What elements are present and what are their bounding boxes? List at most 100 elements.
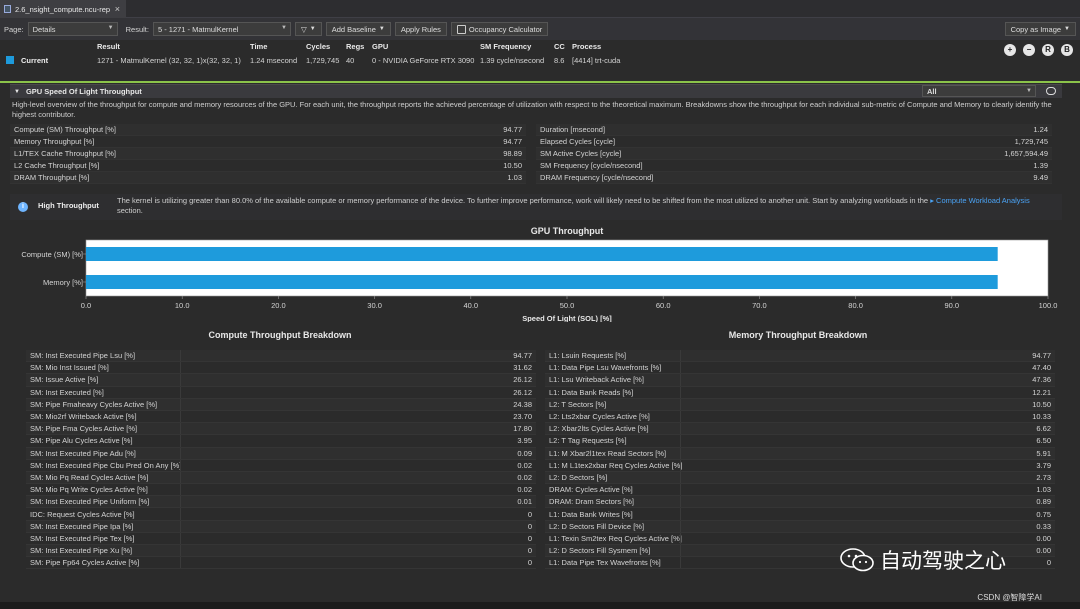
compute_breakdown.rows-row[interactable]: SM: Mio Inst Issued [%] 31.62 bbox=[26, 362, 536, 375]
reset-icon[interactable]: R bbox=[1042, 44, 1054, 56]
compute_breakdown.rows-row[interactable]: SM: Inst Executed Pipe Cbu Pred On Any [… bbox=[26, 459, 536, 472]
section-filter-select[interactable]: All ▼ bbox=[922, 85, 1036, 97]
metric-name: SM: Inst Executed Pipe Cbu Pred On Any [… bbox=[30, 460, 182, 470]
filter-button[interactable]: ▽ ▼ bbox=[294, 22, 322, 36]
result-label: Result: bbox=[125, 24, 149, 34]
metric-name: SM Frequency [cycle/nsecond] bbox=[540, 161, 643, 170]
occupancy-calculator-button[interactable]: Occupancy Calculator bbox=[450, 22, 549, 36]
wechat-icon bbox=[840, 548, 874, 572]
compute_breakdown.rows-row[interactable]: IDC: Request Cycles Active [%] 0 bbox=[26, 508, 536, 521]
column-separator bbox=[680, 362, 681, 374]
compute_breakdown.rows-row[interactable]: SM: Pipe Alu Cycles Active [%] 3.95 bbox=[26, 435, 536, 448]
metric-name: SM: Issue Active [%] bbox=[30, 375, 99, 385]
metric-value: 47.40 bbox=[1032, 363, 1051, 373]
metrics_right-row[interactable]: Duration [msecond] 1.24 bbox=[536, 124, 1052, 136]
apply-rules-label: Apply Rules bbox=[400, 24, 441, 34]
metric-name: Memory Throughput [%] bbox=[14, 137, 95, 146]
zoom-in-icon[interactable]: + bbox=[1004, 44, 1016, 56]
metric-name: L1: M L1tex2xbar Req Cycles Active [%] bbox=[549, 460, 683, 470]
compute_breakdown.rows-row[interactable]: SM: Inst Executed Pipe Xu [%] 0 bbox=[26, 545, 536, 558]
metrics_left-row[interactable]: Memory Throughput [%] 94.77 bbox=[10, 136, 526, 148]
metric-value: 2.73 bbox=[1036, 472, 1051, 482]
chart-title: GPU Throughput bbox=[531, 226, 603, 236]
add-baseline-button[interactable]: Add Baseline ▼ bbox=[325, 22, 391, 36]
compute_breakdown.rows-row[interactable]: SM: Inst Executed Pipe Uniform [%] 0.01 bbox=[26, 496, 536, 509]
compute_breakdown.rows-row[interactable]: SM: Mio Pq Write Cycles Active [%] 0.02 bbox=[26, 484, 536, 497]
memory_breakdown.rows-row[interactable]: DRAM: Cycles Active [%] 1.03 bbox=[545, 484, 1055, 497]
compute_breakdown.rows-row[interactable]: SM: Pipe Fp64 Cycles Active [%] 0 bbox=[26, 557, 536, 570]
memory_breakdown.rows-row[interactable]: L1: Data Bank Reads [%] 12.21 bbox=[545, 386, 1055, 399]
x-tick-label: 90.0 bbox=[944, 301, 959, 310]
section-header[interactable]: ▼ GPU Speed Of Light Throughput All ▼ bbox=[10, 84, 1062, 98]
memory_breakdown.rows-row[interactable]: L1: M Xbar2l1tex Read Sectors [%] 5.91 bbox=[545, 447, 1055, 460]
memory_breakdown.rows-row[interactable]: L1: Lsuin Requests [%] 94.77 bbox=[545, 350, 1055, 363]
memory_breakdown.rows-row[interactable]: L2: T Sectors [%] 10.50 bbox=[545, 398, 1055, 411]
metric-name: SM: Pipe Fma Cycles Active [%] bbox=[30, 424, 138, 434]
compute_breakdown.rows-row[interactable]: SM: Mio2rf Writeback Active [%] 23.70 bbox=[26, 410, 536, 424]
metrics_right-row[interactable]: Elapsed Cycles [cycle] 1,729,745 bbox=[536, 136, 1052, 148]
metrics_left-row[interactable]: L2 Cache Throughput [%] 10.50 bbox=[10, 160, 526, 172]
compute_breakdown.rows-row[interactable]: SM: Inst Executed Pipe Adu [%] 0.09 bbox=[26, 447, 536, 460]
compute_breakdown.rows-row[interactable]: SM: Inst Executed Pipe Tex [%] 0 bbox=[26, 532, 536, 545]
memory_breakdown.rows-row[interactable]: L2: Lts2xbar Cycles Active [%] 10.33 bbox=[545, 410, 1055, 424]
x-tick-label: 70.0 bbox=[752, 301, 767, 310]
apply-rules-button[interactable]: Apply Rules bbox=[394, 22, 447, 36]
copy-as-image-button[interactable]: Copy as Image ▼ bbox=[1004, 22, 1076, 36]
compute_breakdown.rows-row[interactable]: SM: Inst Executed Pipe Lsu [%] 94.77 bbox=[26, 350, 536, 363]
x-tick-label: 50.0 bbox=[560, 301, 575, 310]
baseline-icon[interactable]: B bbox=[1061, 44, 1073, 56]
compute_breakdown.rows-row[interactable]: SM: Inst Executed Pipe Ipa [%] 0 bbox=[26, 520, 536, 533]
compute_breakdown.rows-row[interactable]: SM: Inst Executed [%] 26.12 bbox=[26, 386, 536, 399]
memory_breakdown.rows-row[interactable]: L1: Texin Sm2tex Req Cycles Active [%] 0.… bbox=[545, 532, 1055, 545]
metric-value: 0 bbox=[527, 558, 532, 568]
metrics_right-row[interactable]: SM Frequency [cycle/nsecond] 1.39 bbox=[536, 160, 1052, 172]
metric-name: SM: Pipe Fmaheavy Cycles Active [%] bbox=[30, 399, 158, 409]
x-tick-label: 80.0 bbox=[848, 301, 863, 310]
close-icon[interactable]: × bbox=[115, 4, 120, 14]
x-tick-label: 10.0 bbox=[175, 301, 190, 310]
metric-name: SM: Inst Executed Pipe Xu [%] bbox=[30, 546, 133, 556]
column-separator bbox=[680, 484, 681, 496]
file-icon bbox=[4, 5, 11, 13]
memory_breakdown.rows-row[interactable]: L2: Xbar2lts Cycles Active [%] 6.62 bbox=[545, 423, 1055, 436]
memory-breakdown-title: Memory Throughput Breakdown bbox=[728, 330, 868, 340]
column-separator bbox=[180, 520, 181, 532]
memory_breakdown.rows-row[interactable]: L1: Data Pipe Lsu Wavefronts [%] 47.40 bbox=[545, 362, 1055, 375]
metrics_left-row[interactable]: L1/TEX Cache Throughput [%] 98.89 bbox=[10, 148, 526, 160]
col-cc: CC bbox=[554, 42, 565, 51]
metric-value: 9.49 bbox=[1033, 173, 1048, 182]
memory_breakdown.rows-row[interactable]: L2: D Sectors [%] 2.73 bbox=[545, 471, 1055, 485]
compute_breakdown.rows-row[interactable]: SM: Issue Active [%] 26.12 bbox=[26, 374, 536, 387]
tab-report[interactable]: 2.6_nsight_compute.ncu-rep × bbox=[0, 0, 126, 18]
zoom-out-icon[interactable]: − bbox=[1023, 44, 1035, 56]
memory_breakdown.rows-row[interactable]: L2: T Tag Requests [%] 6.50 bbox=[545, 435, 1055, 448]
compute_breakdown.rows-row[interactable]: SM: Mio Pq Read Cycles Active [%] 0.02 bbox=[26, 471, 536, 485]
metric-name: SM: Inst Executed Pipe Tex [%] bbox=[30, 533, 135, 543]
compute-workload-link[interactable]: ▸ Compute Workload Analysis bbox=[930, 196, 1030, 205]
memory_breakdown.rows-row[interactable]: L1: Lsu Writeback Active [%] 47.36 bbox=[545, 374, 1055, 387]
memory_breakdown.rows-row[interactable]: L2: D Sectors Fill Device [%] 0.33 bbox=[545, 520, 1055, 533]
column-separator bbox=[180, 532, 181, 544]
col-cycles: Cycles bbox=[306, 42, 331, 51]
compute_breakdown.rows-row[interactable]: SM: Pipe Fmaheavy Cycles Active [%] 24.38 bbox=[26, 398, 536, 411]
metric-name: L1: M Xbar2l1tex Read Sectors [%] bbox=[549, 448, 667, 458]
compute_breakdown.rows-row[interactable]: SM: Pipe Fma Cycles Active [%] 17.80 bbox=[26, 423, 536, 436]
x-tick-label: 40.0 bbox=[463, 301, 478, 310]
result-select[interactable]: 5 - 1271 - MatmulKernel ▼ bbox=[152, 22, 291, 36]
note-suffix: section. bbox=[117, 206, 143, 215]
metrics_right-row[interactable]: DRAM Frequency [cycle/nsecond] 9.49 bbox=[536, 172, 1052, 184]
metric-value: 26.12 bbox=[513, 387, 532, 397]
metrics_left-row[interactable]: Compute (SM) Throughput [%] 94.77 bbox=[10, 124, 526, 136]
collapse-icon[interactable]: ▼ bbox=[14, 89, 20, 95]
memory_breakdown.rows-row[interactable]: L1: Data Bank Writes [%] 0.75 bbox=[545, 508, 1055, 521]
page-select[interactable]: Details ▼ bbox=[27, 22, 118, 36]
metric-name: DRAM: Dram Sectors [%] bbox=[549, 497, 635, 507]
comment-icon[interactable] bbox=[1046, 87, 1056, 95]
memory_breakdown.rows-row[interactable]: L1: M L1tex2xbar Req Cycles Active [%] 3.… bbox=[545, 459, 1055, 472]
metrics_left-row[interactable]: DRAM Throughput [%] 1.03 bbox=[10, 172, 526, 184]
metrics_right-row[interactable]: SM Active Cycles [cycle] 1,657,594.49 bbox=[536, 148, 1052, 160]
x-tick-label: 0.0 bbox=[81, 301, 91, 310]
metric-name: L2: Xbar2lts Cycles Active [%] bbox=[549, 424, 649, 434]
metric-value: 0.09 bbox=[517, 448, 532, 458]
memory_breakdown.rows-row[interactable]: DRAM: Dram Sectors [%] 0.89 bbox=[545, 496, 1055, 509]
